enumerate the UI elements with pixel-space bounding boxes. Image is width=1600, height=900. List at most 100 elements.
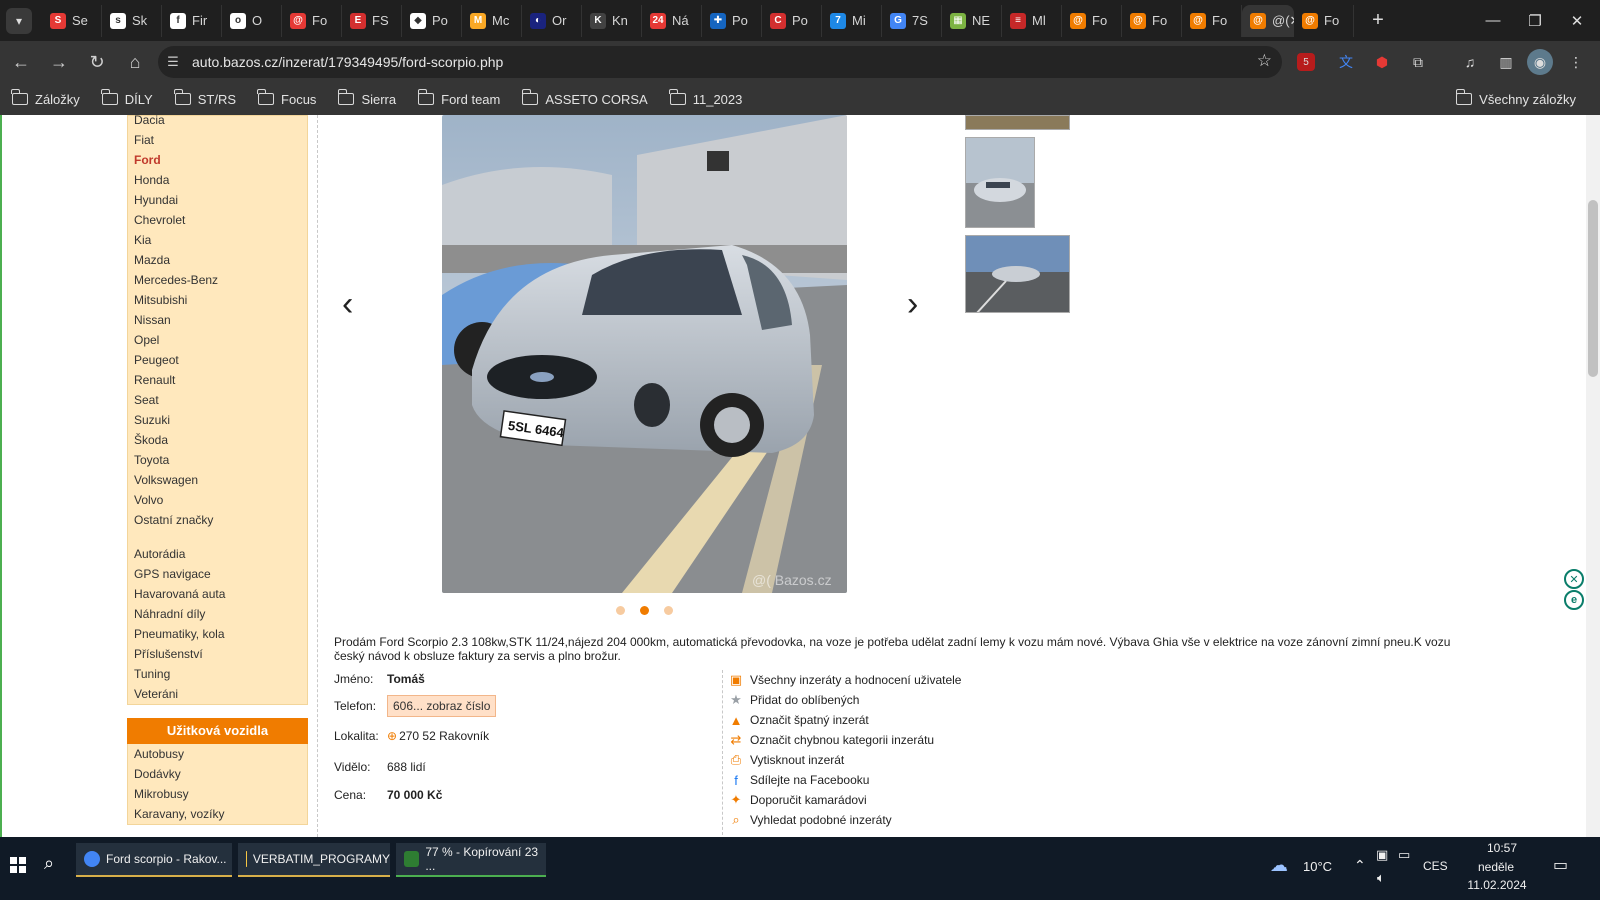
forward-button[interactable]: →	[42, 45, 76, 79]
thumbnail-1[interactable]	[965, 115, 1070, 130]
carousel-dot-3[interactable]	[664, 606, 673, 615]
windows-start-icon[interactable]	[10, 857, 26, 873]
tab[interactable]: S Se	[42, 4, 102, 37]
thumbnail-2[interactable]	[965, 137, 1035, 228]
sidebar-category[interactable]: Chevrolet	[128, 210, 307, 230]
show-phone-button[interactable]: 606... zobraz číslo	[387, 695, 497, 717]
ad-action-link[interactable]: ⇄ Označit chybnou kategorii inzerátu	[723, 730, 961, 750]
sidebar-category[interactable]: Nissan	[128, 310, 307, 330]
location-value[interactable]: 270 52 Rakovník	[399, 729, 489, 743]
search-icon[interactable]: ⌕	[44, 853, 54, 874]
sidebar-category[interactable]: Příslušenství	[128, 644, 307, 664]
tab[interactable]: ◆ Po	[402, 4, 462, 37]
sidebar-category[interactable]: Tuning	[128, 664, 307, 684]
sidebar-category[interactable]: Mitsubishi	[128, 290, 307, 310]
tab[interactable]: 24 Ná	[642, 4, 702, 37]
side-panel-icon[interactable]: ▥	[1493, 49, 1519, 75]
sidebar-category[interactable]: Ford	[128, 150, 307, 170]
clock-day[interactable]: neděle	[1466, 860, 1526, 874]
volume-icon[interactable]: 🔈︎	[1377, 870, 1385, 886]
sidebar-category[interactable]: Veteráni	[128, 684, 307, 704]
browser-menu-icon[interactable]: ⋮	[1563, 49, 1589, 75]
tab[interactable]: C Po	[762, 4, 822, 37]
tab-search-button[interactable]: ▾	[6, 7, 32, 34]
map-search-icon[interactable]: ⊕	[387, 729, 397, 743]
tab[interactable]: s Sk	[102, 4, 162, 37]
bookmark-folder[interactable]: Sierra	[337, 89, 396, 107]
sidebar-category[interactable]: Honda	[128, 170, 307, 190]
bookmark-folder[interactable]: Záložky	[11, 89, 80, 107]
thumbnail-3[interactable]	[965, 235, 1070, 313]
sidebar-category[interactable]: Náhradní díly	[128, 604, 307, 624]
carousel-dot-1[interactable]	[616, 606, 625, 615]
bookmark-folder[interactable]: ST/RS	[174, 89, 236, 107]
sidebar-category[interactable]: Volvo	[128, 490, 307, 510]
page-scrollbar[interactable]	[1586, 115, 1600, 837]
back-button[interactable]: ←	[4, 45, 38, 79]
bookmark-folder[interactable]: 11_2023	[669, 89, 742, 107]
sidebar-category[interactable]: Ostatní značky	[128, 510, 307, 530]
weather-temperature[interactable]: 10°C	[1303, 859, 1332, 874]
address-bar[interactable]: ☰ auto.bazos.cz/inzerat/179349495/ford-s…	[158, 46, 1282, 78]
sidebar-category[interactable]: Hyundai	[128, 190, 307, 210]
ad-action-link[interactable]: f Sdílejte na Facebooku	[723, 770, 961, 790]
taskbar-copy-progress[interactable]: 77 % - Kopírování 23 ...	[396, 843, 546, 877]
ad-action-link[interactable]: ⌕ Vyhledat podobné inzeráty	[723, 810, 961, 830]
tab[interactable]: ✚ Po	[702, 4, 762, 37]
sidebar-category[interactable]: Toyota	[128, 450, 307, 470]
sidebar-category[interactable]: Mercedes-Benz	[128, 270, 307, 290]
extensions-puzzle-icon[interactable]: ⧉	[1405, 49, 1431, 75]
new-tab-button[interactable]: +	[1364, 7, 1392, 35]
sidebar-category[interactable]: Opel	[128, 330, 307, 350]
tab[interactable]: 7 Mi	[822, 4, 882, 37]
tab[interactable]: oO	[222, 4, 282, 37]
main-photo[interactable]: 5SL 6464 @( Bazos.cz	[442, 115, 847, 593]
sidebar-category[interactable]: Dodávky	[128, 764, 307, 784]
bookmark-folder[interactable]: Ford team	[417, 89, 500, 107]
sidebar-category[interactable]: Renault	[128, 370, 307, 390]
tab[interactable]: G 7S	[882, 4, 942, 37]
bookmark-folder[interactable]: Focus	[257, 89, 316, 107]
all-bookmarks-button[interactable]: Všechny záložky	[1455, 89, 1576, 107]
tab-active[interactable]: @@(✕	[1242, 4, 1294, 37]
media-control-icon[interactable]: ♫	[1457, 49, 1483, 75]
tab[interactable]: @ Fo	[1122, 4, 1182, 37]
tab[interactable]: @ Fo	[1182, 4, 1242, 37]
sidebar-category[interactable]: Autobusy	[128, 744, 307, 764]
sidebar-category[interactable]: Mikrobusy	[128, 784, 307, 804]
weather-cloud-icon[interactable]: ☁	[1270, 855, 1288, 876]
site-info-icon[interactable]: ☰	[158, 54, 188, 70]
clock-date[interactable]: 11.02.2024	[1455, 878, 1539, 892]
tab[interactable]: ◐ Or	[522, 4, 582, 37]
sidebar-category[interactable]: Mazda	[128, 250, 307, 270]
ad-action-link[interactable]: ✦ Doporučit kamarádovi	[723, 790, 961, 810]
sidebar-category[interactable]: Havarovaná auta	[128, 584, 307, 604]
mail-extension-icon[interactable]: 5	[1297, 53, 1315, 71]
tab[interactable]: E FS	[342, 4, 402, 37]
sidebar-category[interactable]: Pneumatiky, kola	[128, 624, 307, 644]
sidebar-category[interactable]: Kia	[128, 230, 307, 250]
taskbar-chrome[interactable]: Ford scorpio - Rakov...	[76, 843, 232, 877]
sidebar-category[interactable]: Seat	[128, 390, 307, 410]
tab[interactable]: ▦ NE	[942, 4, 1002, 37]
tab[interactable]: M Mc	[462, 4, 522, 37]
sidebar-category[interactable]: Škoda	[128, 430, 307, 450]
notifications-icon[interactable]: ▭	[1553, 855, 1568, 875]
bookmark-star-icon[interactable]: ☆	[1257, 51, 1272, 71]
scrollbar-thumb[interactable]	[1588, 200, 1598, 377]
tab[interactable]: K Kn	[582, 4, 642, 37]
tray-device-icon[interactable]: ▣	[1376, 847, 1388, 863]
tab[interactable]: f Fir	[162, 4, 222, 37]
translate-extension-icon[interactable]: 文	[1333, 49, 1359, 75]
tab[interactable]: @ Fo	[1062, 4, 1122, 37]
sidebar-category[interactable]: Peugeot	[128, 350, 307, 370]
sidebar-category[interactable]: Dacia	[128, 115, 307, 130]
ad-action-link[interactable]: ⎙ Vytisknout inzerát	[723, 750, 961, 770]
sidebar-category[interactable]: Karavany, vozíky	[128, 804, 307, 824]
side-close-icon[interactable]: ✕	[1564, 569, 1584, 589]
reload-button[interactable]: ↻	[80, 45, 114, 79]
network-icon[interactable]: ▭	[1398, 847, 1410, 863]
carousel-dot-2-active[interactable]	[640, 606, 649, 615]
ad-action-link[interactable]: ▲ Označit špatný inzerát	[723, 710, 961, 730]
sidebar-category[interactable]: GPS navigace	[128, 564, 307, 584]
